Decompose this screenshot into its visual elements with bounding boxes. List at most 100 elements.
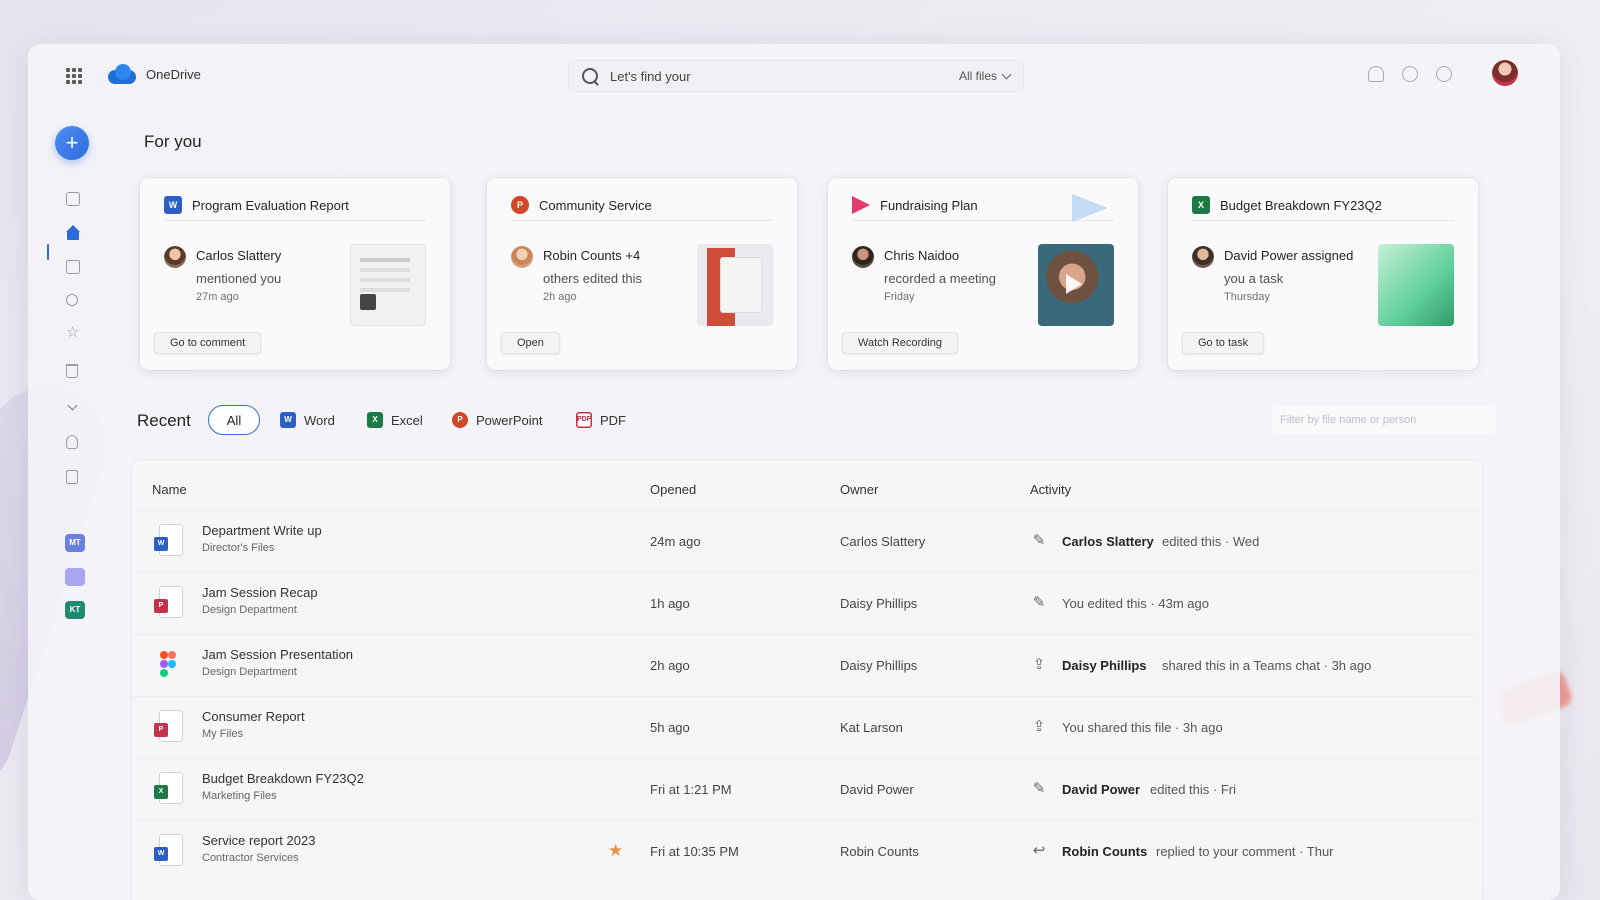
file-name[interactable]: Jam Session Presentation [202, 647, 353, 662]
card-time: Thursday [1224, 291, 1270, 303]
file-owner: Carlos Slattery [840, 534, 926, 549]
decorative-arrow [1072, 194, 1108, 222]
search-box: All files [568, 60, 1024, 92]
open-button[interactable]: Open [501, 332, 560, 354]
help-icon[interactable] [1436, 66, 1452, 82]
sidebar-toggle-icon[interactable] [66, 192, 80, 206]
search-icon [582, 68, 598, 84]
column-header-activity[interactable]: Activity [1030, 482, 1071, 497]
user-avatar[interactable] [1492, 60, 1518, 86]
nav-selected-indicator [47, 244, 49, 260]
column-header-owner[interactable]: Owner [840, 482, 878, 497]
card-person: Chris Naidoo [884, 248, 960, 263]
table-row[interactable]: W Service report 2023 Contractor Service… [132, 820, 1478, 883]
file-owner: Robin Counts [840, 844, 919, 859]
pencil-icon: ✎ [1032, 594, 1046, 611]
file-name[interactable]: Department Write up [202, 523, 322, 538]
card-person: David Power assigned [1224, 248, 1354, 263]
watch-recording-button[interactable]: Watch Recording [842, 332, 958, 354]
go-to-comment-button[interactable]: Go to comment [154, 332, 262, 354]
brand[interactable]: OneDrive [106, 64, 201, 84]
activity-text: You shared this file · 3h ago [1062, 720, 1223, 735]
person-icon[interactable] [66, 435, 78, 449]
document-icon[interactable] [66, 470, 78, 484]
pencil-icon: ✎ [1032, 780, 1046, 797]
home-icon[interactable] [66, 225, 80, 240]
activity-actor: Daisy Phillips [1062, 658, 1147, 673]
file-name[interactable]: Consumer Report [202, 709, 305, 724]
table-row[interactable]: X Budget Breakdown FY23Q2 Marketing File… [132, 758, 1478, 821]
excel-icon: X [1192, 196, 1210, 214]
word-file-icon: W [154, 525, 182, 557]
file-owner: David Power [840, 782, 914, 797]
app-name: OneDrive [146, 66, 201, 82]
card-person: Robin Counts +4 [543, 248, 641, 263]
table-row[interactable]: P Consumer Report My Files 5h ago Kat La… [132, 696, 1478, 759]
table-row[interactable]: Jam Session Presentation Design Departme… [132, 634, 1478, 697]
sidebar-app-tile-3[interactable]: KT [65, 601, 85, 619]
file-location: Contractor Services [202, 852, 299, 864]
file-opened: Fri at 1:21 PM [650, 782, 732, 797]
filter-all[interactable]: All [208, 405, 260, 435]
for-you-card[interactable]: Fundraising Plan Chris Naidoo recorded a… [828, 178, 1138, 370]
file-name[interactable]: Budget Breakdown FY23Q2 [202, 771, 364, 786]
filter-input[interactable] [1272, 406, 1496, 434]
gear-icon[interactable] [1402, 66, 1418, 82]
share-icon: ⇪ [1032, 718, 1046, 735]
file-opened: 5h ago [650, 720, 690, 735]
card-person: Carlos Slattery [196, 248, 282, 263]
file-location: Director's Files [202, 542, 275, 554]
activity-text: edited this · Wed [1162, 534, 1260, 549]
folder-icon[interactable] [66, 260, 80, 274]
word-file-icon: W [154, 835, 182, 867]
table-row[interactable]: P Jam Session Recap Design Department 1h… [132, 572, 1478, 635]
filter-excel[interactable]: X Excel [353, 405, 437, 435]
app-launcher-icon[interactable] [66, 68, 82, 84]
file-location: Marketing Files [202, 790, 277, 802]
for-you-card[interactable]: X Budget Breakdown FY23Q2 David Power as… [1168, 178, 1478, 370]
presentation-thumbnail [697, 244, 773, 326]
sidebar-app-tile-2[interactable] [65, 568, 85, 586]
pdf-icon: PDF [576, 412, 592, 428]
create-button[interactable]: + [55, 126, 89, 160]
file-name[interactable]: Service report 2023 [202, 833, 315, 848]
pencil-icon: ✎ [1032, 532, 1046, 549]
filter-powerpoint[interactable]: P PowerPoint [438, 405, 556, 435]
word-icon: W [280, 412, 296, 428]
reply-icon: ↩ [1032, 842, 1046, 859]
recycle-bin-icon[interactable] [66, 364, 78, 378]
recent-files-table: Name Opened Owner Activity W Department … [132, 460, 1482, 900]
excel-file-icon: X [154, 773, 182, 805]
video-thumbnail[interactable] [1038, 244, 1114, 326]
header-actions [1368, 66, 1452, 82]
share-icon: ⇪ [1032, 656, 1046, 673]
activity-actor: David Power [1062, 782, 1141, 797]
search-input[interactable] [608, 67, 932, 85]
column-header-name[interactable]: Name [152, 482, 187, 497]
favorite-star-icon[interactable]: ★ [608, 841, 623, 861]
file-name[interactable]: Jam Session Recap [202, 585, 318, 600]
card-title: Budget Breakdown FY23Q2 [1220, 197, 1382, 213]
file-owner: Daisy Phillips [840, 658, 918, 673]
activity-text: replied to your comment · Thur [1156, 844, 1334, 859]
sidebar-app-tile-1[interactable]: MT [65, 534, 85, 552]
filter-label: PowerPoint [476, 412, 543, 428]
filter-label: All [226, 412, 242, 428]
app-tile-label: KT [69, 605, 81, 614]
onedrive-cloud-icon [106, 64, 138, 84]
table-row[interactable]: W Department Write up Director's Files 2… [132, 510, 1478, 573]
shared-people-icon[interactable] [66, 294, 78, 306]
column-header-opened[interactable]: Opened [650, 482, 696, 497]
favorites-star-icon[interactable]: ☆ [66, 325, 80, 340]
for-you-card[interactable]: P Community Service Robin Counts +4 othe… [487, 178, 797, 370]
filter-pdf[interactable]: PDF PDF [562, 405, 640, 435]
pdf-file-icon: P [154, 711, 182, 743]
powerpoint-icon: P [452, 412, 468, 428]
go-to-task-button[interactable]: Go to task [1182, 332, 1265, 354]
chevron-down-icon[interactable] [66, 401, 80, 415]
bell-icon[interactable] [1368, 66, 1384, 82]
for-you-card[interactable]: W Program Evaluation Report Carlos Slatt… [140, 178, 450, 370]
filter-word[interactable]: W Word [266, 405, 349, 435]
chevron-down-icon [1001, 69, 1012, 80]
search-scope-dropdown[interactable]: All files [959, 69, 1012, 83]
